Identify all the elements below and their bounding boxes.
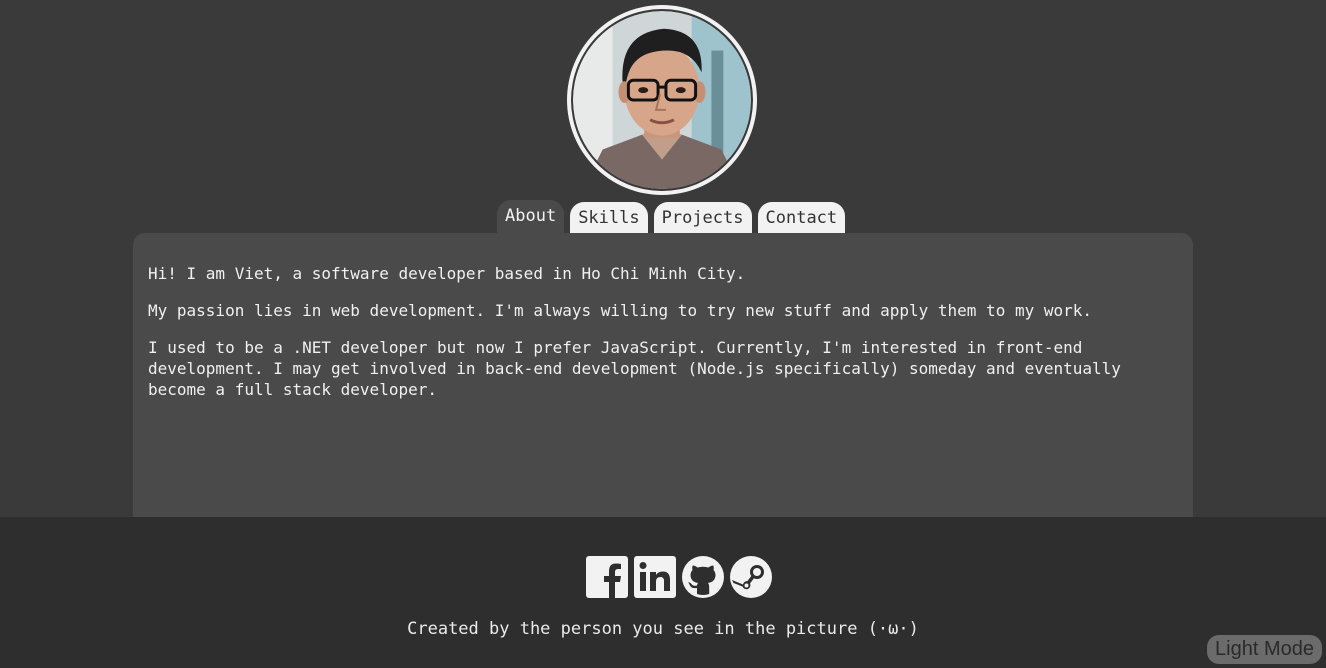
tab-about[interactable]: About (497, 200, 565, 233)
steam-icon[interactable] (730, 556, 772, 598)
about-paragraph: Hi! I am Viet, a software developer base… (148, 264, 746, 283)
about-paragraph: My passion lies in web development. I'm … (148, 301, 1093, 320)
tab-projects[interactable]: Projects (653, 202, 752, 233)
social-links (586, 556, 772, 598)
avatar-frame (567, 5, 757, 195)
about-panel: Hi! I am Viet, a software developer base… (133, 233, 1193, 517)
tab-bar: About Skills Projects Contact (497, 200, 846, 233)
tab-contact[interactable]: Contact (757, 202, 846, 233)
about-paragraph: I used to be a .NET developer but now I … (148, 338, 1121, 399)
footer-credit: Created by the person you see in the pic… (407, 619, 919, 639)
light-mode-button[interactable]: Light Mode (1207, 635, 1322, 664)
linkedin-icon[interactable] (634, 556, 676, 598)
tab-skills[interactable]: Skills (570, 202, 648, 233)
github-icon[interactable] (682, 556, 724, 598)
footer: Created by the person you see in the pic… (0, 517, 1326, 668)
main-section: About Skills Projects Contact Hi! I am V… (0, 0, 1326, 517)
avatar (573, 11, 751, 189)
facebook-icon[interactable] (586, 556, 628, 598)
